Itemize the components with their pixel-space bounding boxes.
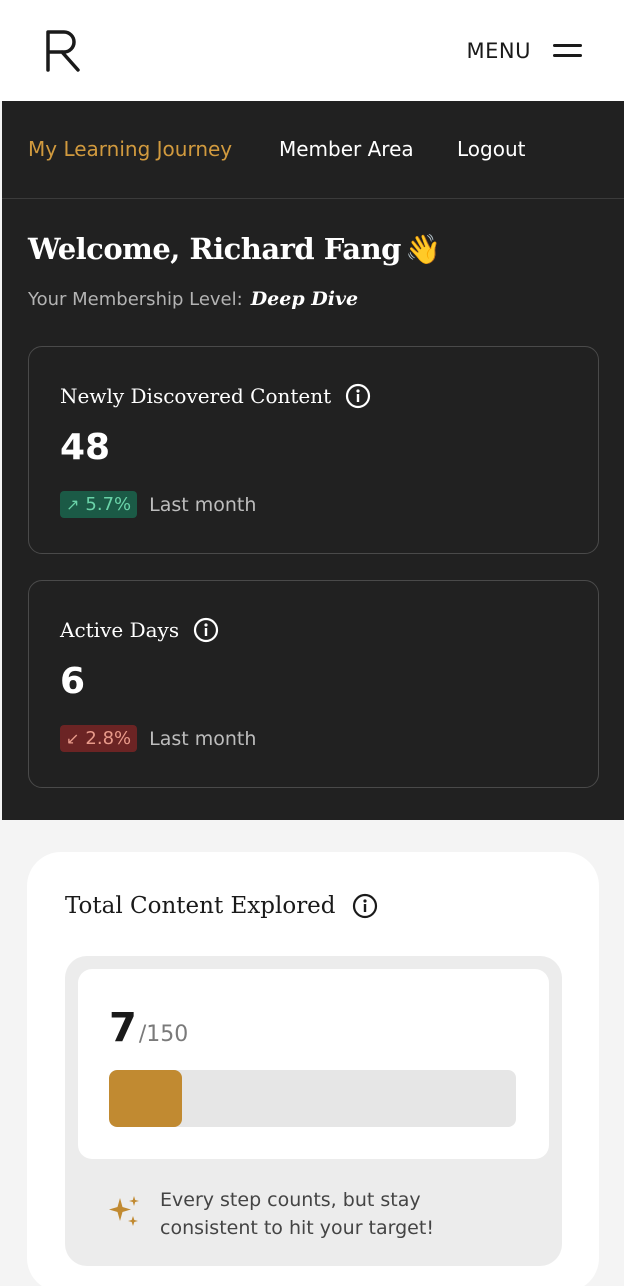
top-bar: MENU [0, 0, 624, 101]
nav-bar: My Learning Journey Member Area Logout [2, 101, 624, 199]
arrow-up-right-icon: ↗ [66, 495, 80, 514]
membership-level-label: Your Membership Level: [28, 289, 243, 310]
dashboard-panel: My Learning Journey Member Area Logout W… [2, 101, 624, 820]
welcome-text: Welcome, Richard Fang [28, 232, 401, 266]
progress-bar [109, 1070, 516, 1127]
progress-container: 7 /150 Every step counts, but stay consi… [65, 956, 562, 1266]
change-badge-down: ↙ 2.8% [60, 725, 138, 752]
card-title-text: Total Content Explored [65, 893, 336, 919]
hamburger-icon [553, 44, 582, 58]
menu-button[interactable]: MENU [467, 36, 582, 66]
r-logo-icon[interactable] [44, 30, 82, 72]
menu-label: MENU [466, 39, 531, 63]
stat-title-text: Active Days [60, 618, 180, 642]
total-content-card: Total Content Explored 7 /150 Every step… [27, 852, 599, 1286]
stat-card-active-days: Active Days 6 ↙ 2.8% Last month [28, 580, 599, 788]
membership-level: Your Membership Level: Deep Dive [28, 288, 358, 310]
membership-level-value: Deep Dive [250, 288, 359, 310]
stat-title-text: Newly Discovered Content [60, 384, 332, 408]
arrow-down-left-icon: ↙ [66, 729, 80, 748]
progress-max: /150 [138, 1022, 189, 1047]
waving-hand-icon: 👋 [404, 232, 441, 266]
stat-value: 6 [60, 661, 86, 702]
progress-count: 7 /150 [109, 1005, 188, 1051]
change-value: 5.7% [85, 494, 132, 515]
change-badge-up: ↗ 5.7% [60, 491, 138, 518]
info-icon[interactable] [352, 893, 378, 919]
stat-card-new-content: Newly Discovered Content 48 ↗ 5.7% Last … [28, 346, 599, 554]
info-icon[interactable] [193, 617, 219, 643]
stat-value: 48 [60, 427, 111, 468]
progress-bar-fill [109, 1070, 183, 1127]
change-value: 2.8% [85, 728, 132, 749]
nav-item-member-area[interactable]: Member Area [279, 137, 414, 161]
tip-message: Every step counts, but stay consistent t… [108, 1186, 480, 1242]
tip-text: Every step counts, but stay consistent t… [160, 1189, 434, 1239]
nav-item-logout[interactable]: Logout [457, 137, 525, 161]
stat-title: Active Days [60, 617, 219, 643]
welcome-heading: Welcome, Richard Fang 👋 [28, 232, 441, 267]
period-label: Last month [149, 493, 257, 516]
progress-panel: 7 /150 [78, 969, 549, 1159]
info-icon[interactable] [345, 383, 371, 409]
stat-title: Newly Discovered Content [60, 383, 371, 409]
card-title: Total Content Explored [65, 893, 378, 919]
stat-footer: ↙ 2.8% Last month [60, 725, 256, 752]
nav-item-my-learning-journey[interactable]: My Learning Journey [28, 137, 232, 161]
sparkle-icon [109, 1196, 139, 1226]
progress-current: 7 [109, 1005, 137, 1051]
period-label: Last month [149, 727, 257, 750]
stat-footer: ↗ 5.7% Last month [60, 491, 256, 518]
